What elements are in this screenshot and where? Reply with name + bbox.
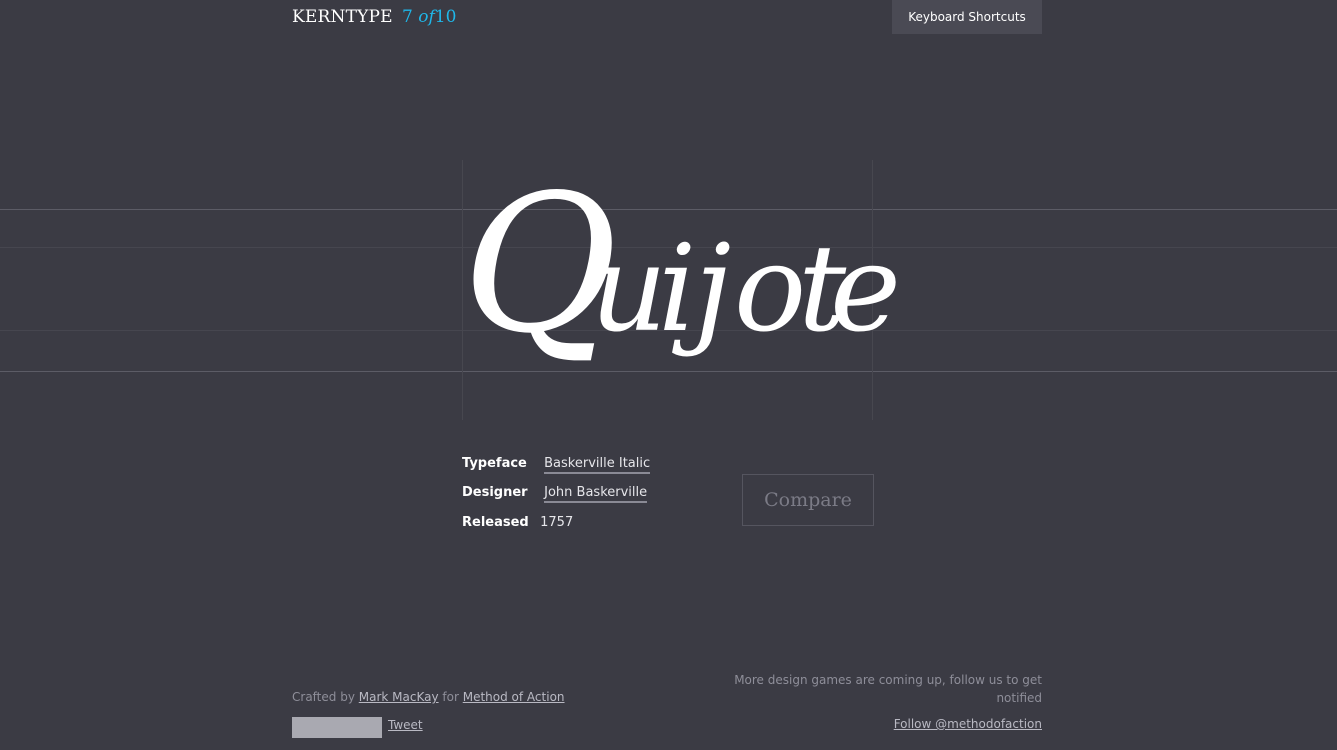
designer-row: Designer John Baskerville [462, 485, 648, 503]
credits-for: for [442, 690, 459, 704]
typeface-link[interactable]: Baskerville Italic [544, 456, 651, 474]
released-row: Released 1757 [462, 515, 573, 530]
released-value: 1757 [540, 515, 574, 530]
letter-e[interactable]: e [830, 220, 901, 359]
released-label: Released [462, 515, 529, 530]
progress-total: 10 [434, 7, 457, 27]
tweet-link[interactable]: Tweet [388, 718, 423, 732]
progress-current: 7 [402, 7, 413, 27]
typeface-row: Typeface Baskerville Italic [462, 456, 651, 474]
level-progress: 7 of10 [402, 7, 456, 27]
compare-button[interactable]: Compare [742, 474, 874, 526]
progress-of: of [418, 7, 435, 27]
company-link[interactable]: Method of Action [463, 690, 565, 704]
designer-label: Designer [462, 485, 528, 500]
app-logo: KERNTYPE [292, 7, 393, 27]
letter-i[interactable]: i [658, 220, 696, 359]
keyboard-shortcuts-button[interactable]: Keyboard Shortcuts [892, 0, 1042, 34]
credits: Crafted by Mark MacKay for Method of Act… [292, 690, 565, 704]
letter-u[interactable]: u [590, 220, 667, 359]
letter-o[interactable]: o [734, 220, 806, 359]
credits-prefix: Crafted by [292, 690, 355, 704]
typeface-label: Typeface [462, 456, 527, 471]
follow-link[interactable]: Follow @methodofaction [860, 717, 1042, 731]
kerning-word: Q u i j o t e [462, 140, 901, 420]
author-link[interactable]: Mark MacKay [359, 690, 439, 704]
designer-link[interactable]: John Baskerville [544, 485, 648, 503]
share-widget[interactable] [292, 717, 382, 738]
more-games-text: More design games are coming up, follow … [734, 673, 1042, 705]
kerning-word-svg: Q u i j o t e [462, 154, 901, 375]
